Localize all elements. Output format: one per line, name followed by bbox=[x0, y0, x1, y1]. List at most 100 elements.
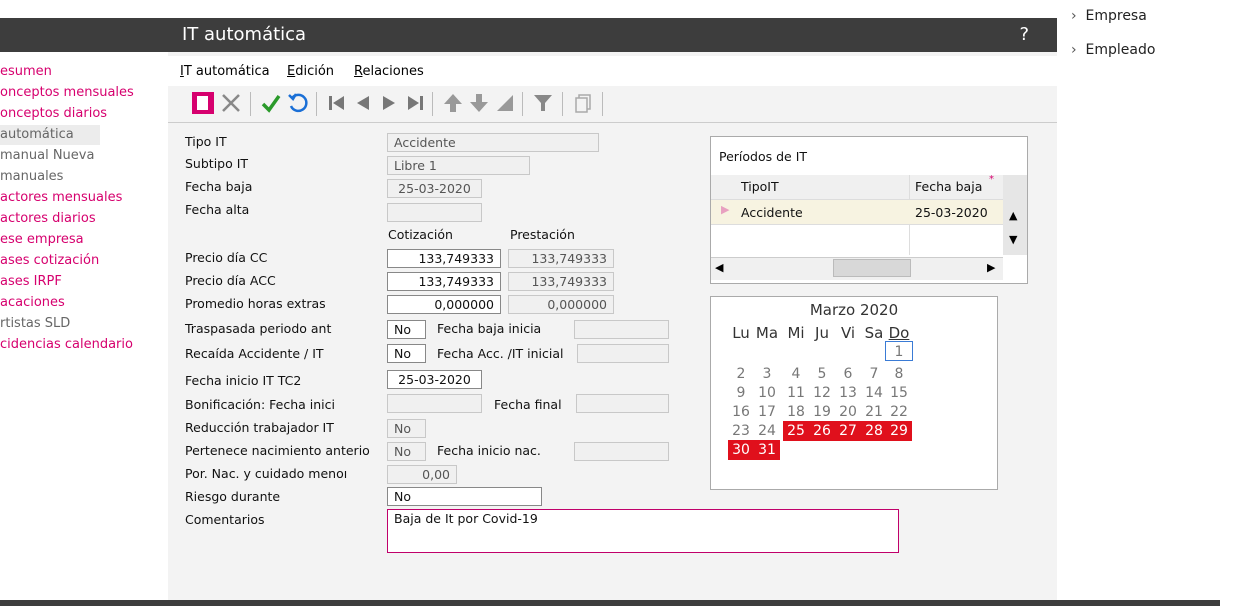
scroll-down-icon[interactable]: ▼ bbox=[1009, 233, 1017, 246]
fecha-alta-field[interactable] bbox=[387, 203, 482, 222]
calendar-day[interactable]: 14 bbox=[862, 383, 886, 403]
calendar-day[interactable]: 15 bbox=[887, 383, 911, 403]
calendar-day[interactable]: 19 bbox=[810, 402, 834, 422]
sidebar-item[interactable]: manual Nueva bbox=[0, 146, 94, 166]
calendar-day[interactable]: 25 bbox=[783, 421, 809, 441]
calendar-day[interactable]: 18 bbox=[784, 402, 808, 422]
calendar-day[interactable]: 17 bbox=[755, 402, 779, 422]
calendar-day[interactable]: 28 bbox=[861, 421, 887, 441]
left-panel-header bbox=[0, 18, 168, 52]
calendar-day[interactable]: 3 bbox=[755, 364, 779, 384]
delete-icon[interactable] bbox=[218, 90, 244, 116]
sidebar-item[interactable]: acaciones bbox=[0, 293, 65, 313]
bonificacion-field[interactable] bbox=[387, 394, 482, 413]
calendar-day[interactable]: 26 bbox=[809, 421, 835, 441]
traspasada-field[interactable]: No bbox=[387, 320, 426, 339]
pertenece-field[interactable]: No bbox=[387, 442, 426, 461]
reduccion-field[interactable]: No bbox=[387, 419, 426, 438]
move-down-icon[interactable] bbox=[466, 90, 492, 116]
por-nac-field[interactable]: 0,00 bbox=[387, 465, 457, 484]
precio-cc-prestacion-field[interactable]: 133,749333 bbox=[508, 249, 614, 268]
new-record-icon[interactable] bbox=[190, 90, 216, 116]
calendar-day[interactable]: 12 bbox=[810, 383, 834, 403]
help-button[interactable]: ? bbox=[1019, 24, 1029, 45]
scroll-thumb[interactable] bbox=[833, 259, 911, 277]
calendar-day[interactable]: 23 bbox=[729, 421, 753, 441]
calendar-day[interactable]: 11 bbox=[784, 383, 808, 403]
sidebar-item[interactable]: esumen bbox=[0, 62, 52, 82]
move-up-icon[interactable] bbox=[440, 90, 466, 116]
sidebar-item[interactable]: rtistas SLD bbox=[0, 314, 70, 334]
calendar-day[interactable]: 13 bbox=[836, 383, 860, 403]
calendar-day[interactable]: 31 bbox=[754, 440, 780, 460]
undo-icon[interactable] bbox=[285, 90, 311, 116]
calendar-day[interactable]: 7 bbox=[862, 364, 886, 384]
calendar-day[interactable]: 8 bbox=[887, 364, 911, 384]
sidebar-item[interactable]: onceptos mensuales bbox=[0, 83, 134, 103]
menu-it-automatica[interactable]: IT automática bbox=[180, 64, 270, 79]
riesgo-field[interactable]: No bbox=[387, 487, 542, 506]
last-record-icon[interactable] bbox=[402, 90, 428, 116]
fecha-inicio-tc2-field[interactable]: 25-03-2020 bbox=[387, 370, 482, 389]
chevron-right-icon: › bbox=[1071, 8, 1086, 24]
calendar-day[interactable]: 21 bbox=[862, 402, 886, 422]
tree-item-empresa[interactable]: › Empresa bbox=[1071, 8, 1147, 24]
scroll-right-icon[interactable]: ▶ bbox=[987, 261, 995, 274]
calendar-day[interactable]: 22 bbox=[887, 402, 911, 422]
first-record-icon[interactable] bbox=[324, 90, 350, 116]
calendar-day[interactable]: 16 bbox=[729, 402, 753, 422]
calendar-day[interactable]: 27 bbox=[835, 421, 861, 441]
sidebar-item[interactable]: ese empresa bbox=[0, 230, 84, 250]
promedio-label: Promedio horas extras bbox=[185, 296, 326, 311]
col-fecha-baja-header[interactable]: Fecha baja bbox=[915, 179, 982, 194]
precio-acc-cotizacion-field[interactable]: 133,749333 bbox=[387, 272, 501, 291]
precio-cc-cotizacion-field[interactable]: 133,749333 bbox=[387, 249, 501, 268]
sidebar-item[interactable]: onceptos diarios bbox=[0, 104, 107, 124]
sidebar-item[interactable]: ases cotización bbox=[0, 251, 99, 271]
sidebar-item[interactable]: actores diarios bbox=[0, 209, 96, 229]
sidebar-item[interactable]: actores mensuales bbox=[0, 188, 122, 208]
fecha-acc-field[interactable] bbox=[577, 344, 669, 363]
calendar-day[interactable]: 2 bbox=[729, 364, 753, 384]
accept-check-icon[interactable] bbox=[258, 90, 284, 116]
calendar-day[interactable]: 20 bbox=[836, 402, 860, 422]
calendar-day[interactable]: 30 bbox=[728, 440, 754, 460]
col-tipoit-header[interactable]: TipoIT bbox=[741, 179, 779, 194]
fecha-baja-inicia-field[interactable] bbox=[574, 320, 669, 339]
toolbar bbox=[168, 86, 1057, 123]
calendar-day[interactable]: 5 bbox=[810, 364, 834, 384]
promedio-cotizacion-field[interactable]: 0,000000 bbox=[387, 295, 501, 314]
menu-edicion[interactable]: Edición bbox=[287, 64, 334, 79]
previous-record-icon[interactable] bbox=[350, 90, 376, 116]
promedio-prestacion-field[interactable]: 0,000000 bbox=[508, 295, 614, 314]
comentarios-field[interactable]: Baja de It por Covid-19 bbox=[387, 509, 899, 553]
calendar-day[interactable]: 4 bbox=[784, 364, 808, 384]
calendar-day[interactable]: 1 bbox=[885, 341, 913, 361]
filter-icon[interactable] bbox=[530, 90, 556, 116]
calendar-day[interactable]: 24 bbox=[755, 421, 779, 441]
precio-acc-prestacion-field[interactable]: 133,749333 bbox=[508, 272, 614, 291]
next-record-icon[interactable] bbox=[376, 90, 402, 116]
tipo-it-field[interactable]: Accidente bbox=[387, 133, 599, 152]
calendar-day[interactable]: 6 bbox=[836, 364, 860, 384]
recaida-field[interactable]: No bbox=[387, 344, 426, 363]
sidebar-item[interactable]: cidencias calendario bbox=[0, 335, 133, 355]
sidebar-item[interactable]: manuales bbox=[0, 167, 63, 187]
calendar-day[interactable]: 9 bbox=[729, 383, 753, 403]
sort-icon[interactable] bbox=[492, 90, 518, 116]
copy-icon[interactable] bbox=[570, 90, 596, 116]
calendar-day[interactable]: 29 bbox=[886, 421, 912, 441]
row-fecha-cell[interactable]: 25-03-2020 bbox=[915, 205, 988, 220]
calendar-day[interactable]: 10 bbox=[755, 383, 779, 403]
scroll-left-icon[interactable]: ◀ bbox=[715, 261, 723, 274]
subtipo-it-field[interactable]: Libre 1 bbox=[387, 156, 530, 175]
menu-relaciones[interactable]: Relaciones bbox=[354, 64, 424, 79]
fecha-final-field[interactable] bbox=[576, 394, 669, 413]
row-tipo-cell[interactable]: Accidente bbox=[741, 205, 803, 220]
tree-item-empleado[interactable]: › Empleado bbox=[1071, 42, 1155, 58]
fecha-inicio-nac-field[interactable] bbox=[574, 442, 669, 461]
scroll-up-icon[interactable]: ▲ bbox=[1009, 209, 1017, 222]
sidebar-item[interactable]: automática bbox=[0, 125, 100, 145]
fecha-baja-field[interactable]: 25-03-2020 bbox=[387, 179, 482, 198]
sidebar-item[interactable]: ases IRPF bbox=[0, 272, 62, 292]
